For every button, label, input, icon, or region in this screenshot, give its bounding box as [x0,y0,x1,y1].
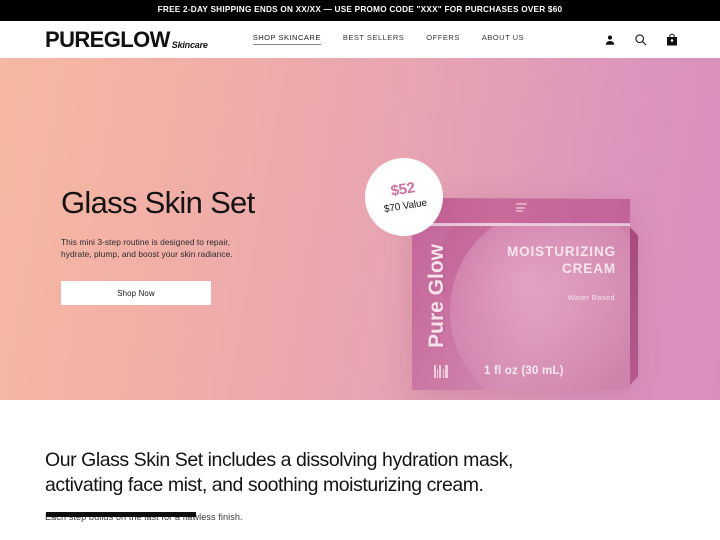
nav-item-shop-skincare[interactable]: SHOP SKINCARE [252,34,321,46]
search-icon[interactable] [634,33,647,46]
badge-value-text: $70 Value [383,197,428,216]
product-name-line-2: CREAM [562,260,616,276]
page-root: FREE 2-DAY SHIPPING ENDS ON XX/XX — USE … [0,0,720,540]
barcode-icon [434,364,449,378]
product-box-image: Pure Glow MOISTURIZING CREAM Water Based… [412,198,638,390]
product-name-label: MOISTURIZING CREAM [507,244,616,278]
announcement-bar: FREE 2-DAY SHIPPING ENDS ON XX/XX — USE … [0,0,720,21]
account-icon[interactable] [603,33,616,46]
product-name-line-1: MOISTURIZING [506,244,616,259]
nav-item-offers[interactable]: OFFERS [426,34,460,45]
product-size-label: 1 fl oz (30 mL) [484,365,564,377]
hero-section: Glass Skin Set This mini 3-step routine … [0,58,720,400]
hero-title: Glass Skin Set [61,185,255,220]
product-box-side-panel [629,226,638,386]
product-box-front: Pure Glow MOISTURIZING CREAM Water Based… [412,226,630,390]
nav-item-about-us[interactable]: ABOUT US [482,34,524,45]
main-navigation: SHOP SKINCARE BEST SELLERS OFFERS ABOUT … [252,34,524,46]
bottom-accent-bar [46,511,196,517]
nav-item-best-sellers[interactable]: BEST SELLERS [343,34,404,45]
hero-subtitle: This mini 3-step routine is designed to … [61,236,233,260]
product-descriptor-label: Water Based [567,293,615,302]
shop-now-button[interactable]: Shop Now [61,281,211,306]
description-heading: Our Glass Skin Set includes a dissolving… [45,449,513,496]
description-section: Our Glass Skin Set includes a dissolving… [0,400,720,522]
product-brand-label: Pure Glow [425,244,448,348]
logo-wordmark: PUREGLOW [45,26,170,52]
product-box-lid [412,198,630,224]
site-header: PUREGLOW Skincare SHOP SKINCARE BEST SEL… [0,21,720,58]
shopping-bag-icon[interactable] [665,33,678,46]
header-icon-group [603,33,678,46]
lid-print-mark-icon [516,203,527,214]
hero-copy: Glass Skin Set This mini 3-step routine … [61,185,341,306]
logo[interactable]: PUREGLOW Skincare [45,26,208,52]
announcement-text: FREE 2-DAY SHIPPING ENDS ON XX/XX — USE … [157,5,563,15]
badge-price-text: $52 [389,179,417,200]
logo-tagline: Skincare [171,39,208,50]
